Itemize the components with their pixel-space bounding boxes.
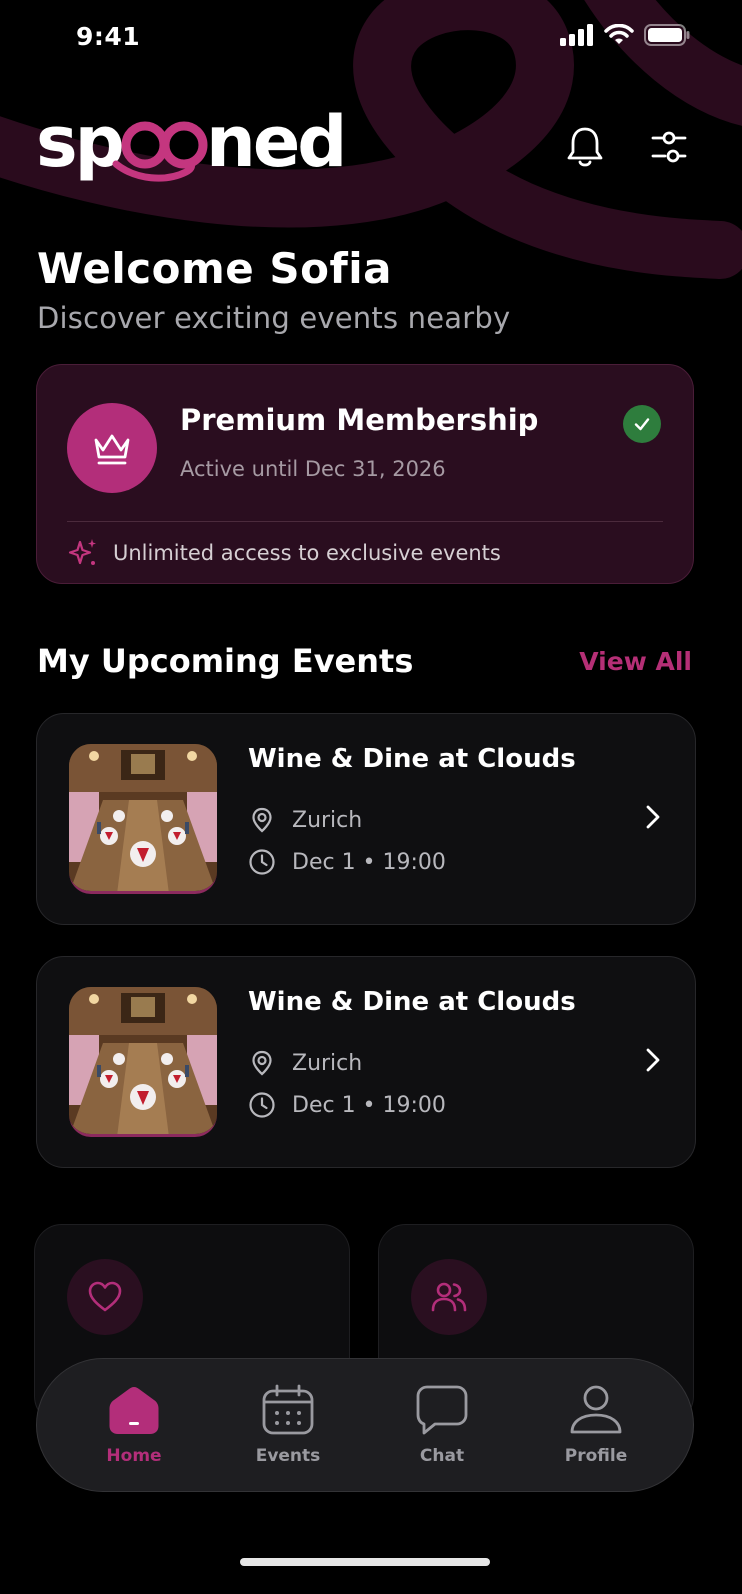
event-location-text: Zurich [292,1050,363,1076]
restaurant-image [69,744,217,891]
event-datetime: Dec 1 • 19:00 [248,848,446,876]
bottom-tab-bar: Home Events Chat Profile [36,1358,694,1492]
sparkles-icon [68,539,96,565]
event-location: Zurich [248,806,362,834]
upcoming-events-header: My Upcoming Events View All [37,642,692,680]
sliders-icon [651,131,687,163]
app-header: sp ned [36,100,706,190]
event-thumbnail [69,744,217,894]
tab-profile-label: Profile [564,1446,628,1466]
tab-events-label: Events [255,1446,321,1466]
premium-membership-card[interactable]: Premium Membership Active until Dec 31, … [36,364,694,584]
community-icon-badge [411,1259,487,1335]
tab-profile[interactable]: Profile [536,1384,656,1466]
svg-text:sp: sp [36,101,122,183]
membership-perk-text: Unlimited access to exclusive events [113,541,501,565]
event-card[interactable]: Wine & Dine at Clouds Zurich Dec 1 • 19:… [36,956,696,1168]
tab-home-label: Home [106,1446,162,1466]
spooned-logo: sp ned [36,101,347,183]
status-time: 9:41 [76,22,141,51]
divider [67,521,663,522]
event-datetime-text: Dec 1 • 19:00 [292,1092,446,1118]
clock-icon [249,1092,275,1118]
heart-icon [88,1281,122,1312]
event-location: Zurich [248,1049,362,1077]
chat-icon [416,1385,468,1435]
event-location-text: Zurich [292,807,363,833]
event-datetime: Dec 1 • 19:00 [248,1091,446,1119]
home-indicator[interactable] [240,1558,490,1566]
home-icon [109,1387,159,1434]
users-icon [431,1282,467,1312]
crown-badge [67,403,157,493]
welcome-subtitle: Discover exciting events nearby [37,301,511,335]
check-icon [634,418,650,431]
membership-perk: Unlimited access to exclusive events [67,537,501,569]
crown-icon [94,434,130,465]
chevron-right-icon[interactable] [641,1045,665,1075]
clock-icon [249,849,275,875]
membership-title: Premium Membership [180,403,539,437]
chevron-right-icon[interactable] [641,802,665,832]
welcome-section: Welcome Sofia Discover exciting events n… [37,244,510,335]
filters-button[interactable] [644,122,694,172]
section-title: My Upcoming Events [37,642,414,680]
event-thumbnail [69,987,217,1137]
membership-active-badge [623,405,661,443]
profile-icon [570,1385,622,1434]
battery-icon [644,24,690,46]
welcome-title: Welcome Sofia [37,244,392,293]
wifi-icon [604,24,634,44]
restaurant-image [69,987,217,1134]
event-datetime-text: Dec 1 • 19:00 [292,849,446,875]
tab-home[interactable]: Home [74,1384,194,1466]
membership-expiry: Active until Dec 31, 2026 [180,457,446,481]
tab-chat-label: Chat [419,1446,465,1466]
status-icons [560,24,690,46]
bell-icon [567,127,603,167]
tab-chat[interactable]: Chat [382,1384,502,1466]
favorites-icon-badge [67,1259,143,1335]
signal-icon [560,24,593,46]
calendar-icon [262,1384,314,1435]
event-card[interactable]: Wine & Dine at Clouds Zurich Dec 1 • 19:… [36,713,696,925]
tab-events[interactable]: Events [228,1384,348,1466]
event-title: Wine & Dine at Clouds [248,987,576,1017]
status-bar: 9:41 [0,0,742,76]
location-pin-icon [252,807,272,833]
svg-text:ned: ned [206,101,344,183]
view-all-link[interactable]: View All [579,647,692,676]
event-title: Wine & Dine at Clouds [248,744,576,774]
notifications-button[interactable] [560,122,610,172]
location-pin-icon [252,1050,272,1076]
